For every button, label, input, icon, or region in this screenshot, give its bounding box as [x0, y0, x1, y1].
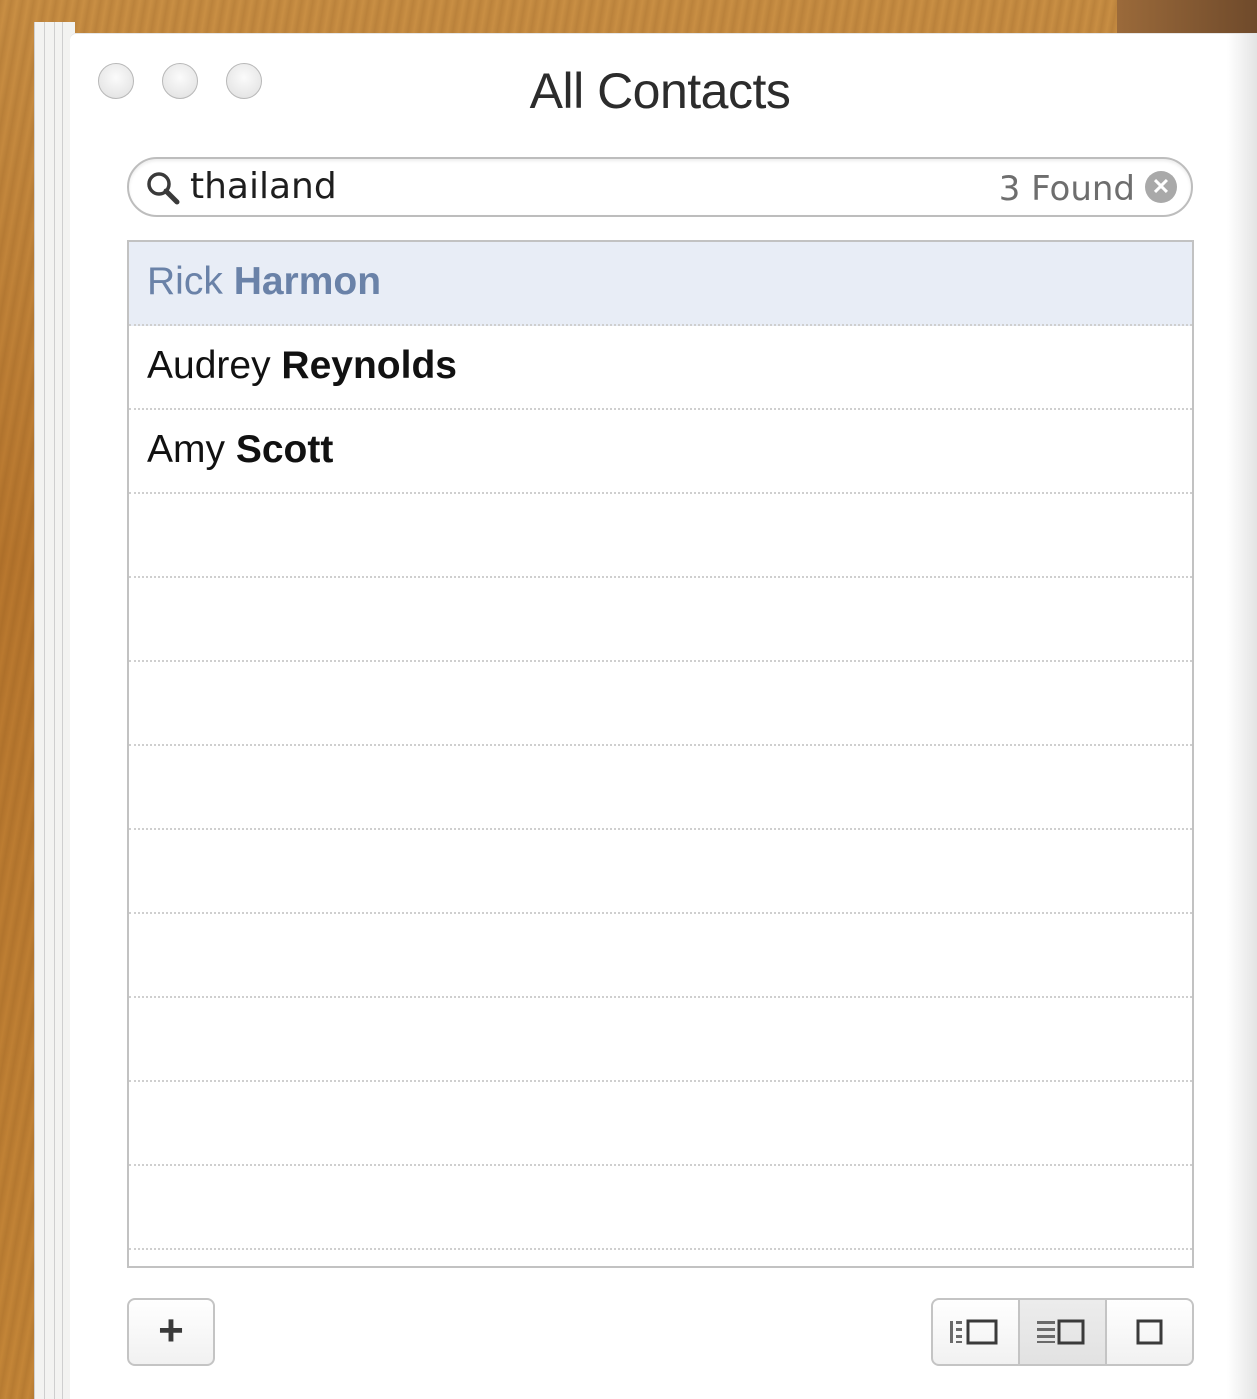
window-edge-shadow — [1227, 33, 1257, 1399]
contact-last-name: Scott — [235, 428, 334, 471]
view-groups-list-card-button[interactable] — [933, 1300, 1018, 1364]
contact-row[interactable]: Rick Harmon — [129, 242, 1192, 326]
contact-name: Amy Scott — [147, 428, 333, 472]
empty-row — [129, 1082, 1192, 1166]
contact-first-name: Audrey — [147, 344, 271, 387]
list-card-view-icon — [1036, 1319, 1084, 1345]
empty-row — [129, 746, 1192, 830]
contact-row[interactable]: Amy Scott — [129, 410, 1192, 494]
clear-search-icon[interactable]: ✕ — [1145, 171, 1177, 203]
empty-row — [129, 578, 1192, 662]
minimize-window-button[interactable] — [162, 63, 198, 99]
groups-list-card-view-icon — [949, 1319, 997, 1345]
empty-row — [129, 914, 1192, 998]
card-only-view-icon — [1136, 1319, 1162, 1345]
contact-name: Audrey Reynolds — [147, 344, 457, 388]
contact-first-name: Amy — [147, 428, 225, 471]
contact-first-name: Rick — [147, 260, 223, 303]
contact-name: Rick Harmon — [147, 260, 381, 304]
search-input-value[interactable]: thailand — [190, 166, 337, 207]
window-title: All Contacts — [529, 63, 791, 119]
contact-last-name: Harmon — [233, 260, 382, 303]
contacts-list[interactable]: Rick Harmon Audrey Reynolds Amy Scott — [127, 240, 1194, 1268]
search-result-count: 3 Found — [998, 169, 1135, 209]
empty-row — [129, 662, 1192, 746]
close-window-button[interactable] — [98, 63, 134, 99]
empty-row — [129, 830, 1192, 914]
empty-row — [129, 1166, 1192, 1250]
contact-last-name: Reynolds — [281, 344, 457, 387]
search-icon — [147, 172, 180, 205]
view-list-card-button[interactable] — [1018, 1300, 1105, 1364]
view-card-only-button[interactable] — [1105, 1300, 1192, 1364]
empty-row — [129, 998, 1192, 1082]
empty-row — [129, 494, 1192, 578]
add-contact-button[interactable]: + — [127, 1298, 215, 1366]
view-mode-control — [931, 1298, 1194, 1366]
zoom-window-button[interactable] — [226, 63, 262, 99]
contact-row[interactable]: Audrey Reynolds — [129, 326, 1192, 410]
